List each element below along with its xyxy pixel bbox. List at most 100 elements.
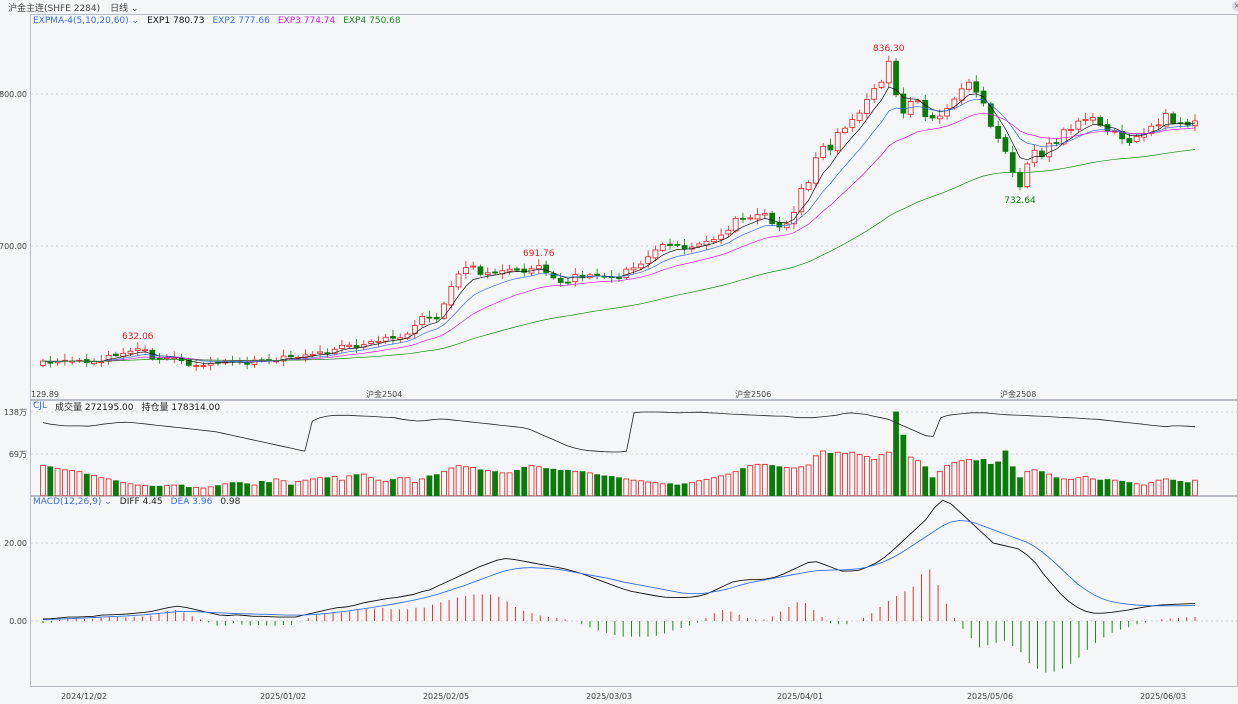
volume-bar: [521, 466, 528, 497]
candle-body: [426, 316, 433, 319]
candle-body: [127, 350, 134, 354]
candle-body: [339, 345, 345, 349]
main-legend: EXPMA-4(5,10,20,60) ⌄ EXP1 780.73 EXP2 7…: [33, 15, 401, 27]
volume-bar: [1068, 479, 1074, 497]
price-tick-label: 800.00: [0, 90, 27, 99]
volume-bar: [725, 473, 732, 497]
candle-body: [113, 353, 119, 356]
volume-bar: [54, 468, 61, 497]
candle-body: [652, 249, 659, 259]
volume-bar: [710, 477, 717, 497]
candle-body: [936, 115, 943, 120]
volume-bar: [535, 466, 542, 497]
volume-indicator-name[interactable]: CJL: [33, 401, 47, 411]
candle-body: [1068, 129, 1074, 131]
candle-body: [470, 265, 477, 268]
candlestick-series: [40, 55, 1198, 371]
candle-body: [878, 81, 885, 88]
candle-body: [40, 360, 46, 367]
macd-indicator-name[interactable]: MACD(12,26,9) ⌄: [33, 497, 112, 507]
contract-mark: 沪金2506: [735, 389, 771, 399]
open-interest-line: [42, 411, 1196, 453]
candle-body: [871, 88, 878, 100]
volume-bar: [900, 434, 907, 497]
volume-bar: [185, 487, 192, 497]
volume-bar: [40, 465, 46, 497]
candle-body: [368, 341, 374, 344]
volume-bar: [1177, 480, 1184, 497]
volume-bar: [987, 463, 994, 497]
volume-bar: [1192, 479, 1198, 497]
volume-bar: [273, 478, 280, 497]
volume-bar: [674, 484, 681, 497]
volume-bar: [91, 474, 97, 497]
volume-bar: [346, 475, 353, 497]
candle-body: [995, 125, 1002, 139]
volume-bar: [164, 485, 170, 497]
candle-body: [382, 336, 389, 342]
volume-bar: [630, 479, 637, 497]
volume-bar: [616, 477, 622, 497]
volume-bar: [572, 471, 579, 497]
candle-body: [864, 99, 870, 114]
volume-readout: 成交量 272195.00: [54, 402, 134, 413]
candle-body: [791, 212, 797, 225]
candle-body: [1133, 136, 1140, 142]
volume-bar: [441, 471, 447, 497]
volume-bar: [951, 462, 958, 497]
volume-bar: [973, 460, 980, 497]
candle-body: [645, 256, 652, 264]
candle-body: [390, 336, 396, 339]
volume-bar: [703, 479, 710, 497]
volume-bar: [455, 465, 462, 497]
candle-body: [557, 277, 564, 283]
candle-body: [798, 188, 805, 213]
volume-bar: [222, 483, 229, 497]
volume-bar: [864, 456, 870, 497]
candle-body: [710, 239, 717, 243]
volume-bar: [353, 474, 360, 497]
candle-body: [769, 212, 775, 225]
volume-bar: [251, 484, 258, 497]
candle-body: [900, 93, 907, 114]
candle-body: [667, 243, 673, 246]
volume-bar: [586, 472, 593, 497]
open-interest-readout: 持仓量 178314.00: [141, 402, 221, 413]
volume-bar: [1126, 482, 1133, 497]
volume-bar: [61, 469, 68, 497]
candle-body: [630, 267, 637, 271]
candle-body: [842, 127, 848, 134]
candle-body: [565, 281, 571, 284]
candle-body: [732, 217, 739, 232]
candle-body: [725, 229, 732, 235]
volume-bar: [842, 452, 848, 497]
candle-body: [718, 234, 724, 240]
exp1-readout: EXP1 780.73: [147, 16, 205, 26]
main-bottom-label: 129.89: [31, 390, 59, 399]
candle-body: [1155, 124, 1162, 127]
volume-bar: [922, 466, 929, 497]
volume-tick-label: 138万: [4, 408, 27, 417]
volume-legend: CJL 成交量 272195.00 持仓量 178314.00: [33, 400, 221, 413]
macd-tick-label: 20.00: [4, 539, 27, 548]
candle-body: [637, 263, 644, 269]
indicator-name[interactable]: EXPMA-4(5,10,20,60) ⌄: [33, 16, 139, 26]
volume-bar: [871, 459, 878, 497]
volume-bar: [1104, 479, 1111, 497]
volume-bar: [149, 485, 156, 497]
volume-bar: [339, 479, 345, 497]
candle-body: [594, 273, 601, 276]
volume-bar: [484, 470, 491, 497]
candle-body: [805, 182, 812, 191]
volume-bar: [1002, 450, 1009, 497]
volume-bar: [258, 480, 265, 497]
price-tick-label: 700.00: [0, 242, 27, 251]
volume-bar: [171, 484, 178, 497]
volume-bar: [936, 471, 943, 497]
volume-bar: [83, 473, 90, 497]
volume-bar: [120, 482, 127, 497]
date-tick-label: 2025/02/05: [423, 692, 469, 701]
date-tick-label: 2025/03/03: [586, 692, 632, 701]
volume-bar: [207, 486, 214, 497]
volume-bar: [200, 487, 207, 497]
